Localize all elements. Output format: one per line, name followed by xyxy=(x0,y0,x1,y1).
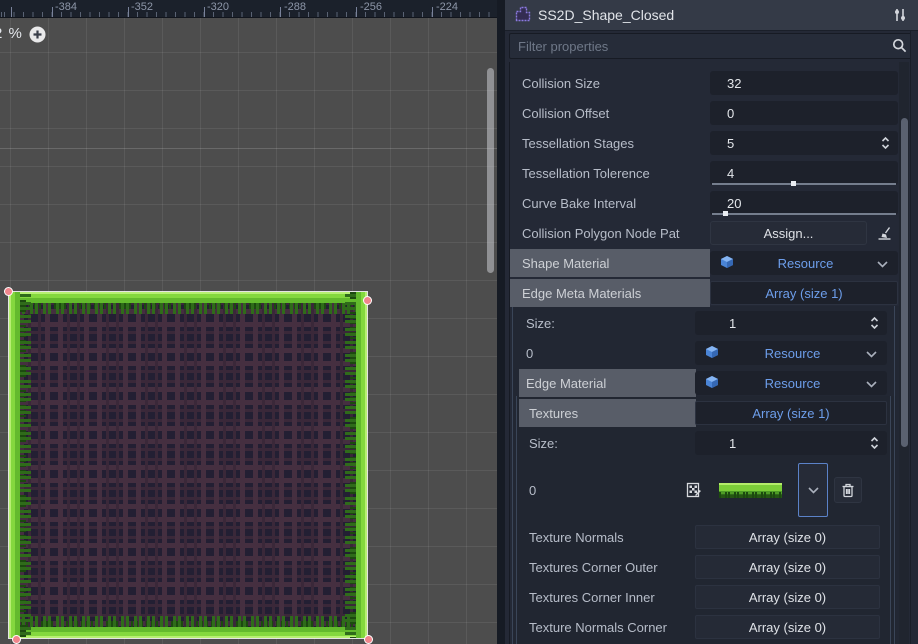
ruler-label: -288 xyxy=(284,1,306,13)
shape-node-icon xyxy=(515,6,531,25)
shape-material-resource-button[interactable]: Resource xyxy=(710,251,898,275)
property-row-shape-material: Shape Material Resource xyxy=(510,248,914,278)
clear-icon[interactable] xyxy=(871,221,897,245)
panel-separator[interactable] xyxy=(497,0,505,644)
property-row-array-size: Size: 1 xyxy=(510,428,914,458)
property-row-tessellation-tolerence: Tessellation Tolerence 4 xyxy=(510,158,914,188)
shape-point-handle[interactable] xyxy=(363,296,372,305)
property-row-array-size: Size: 1 xyxy=(510,308,914,338)
shape-fill-texture xyxy=(15,300,361,630)
property-row-texture-normals: Texture Normals Array (size 0) xyxy=(510,522,914,552)
tessellation-stages-spinbox[interactable]: 5 xyxy=(710,131,898,155)
collision-offset-field[interactable]: 0 xyxy=(710,101,898,125)
godot-editor: -384 -352 -320 -288 -256 -224 2 % xyxy=(0,0,918,644)
texture-normals-array-button[interactable]: Array (size 0) xyxy=(695,525,880,549)
filter-properties-input[interactable] xyxy=(509,33,914,59)
slider-track[interactable] xyxy=(712,183,896,185)
ss2d-shape[interactable] xyxy=(8,291,368,639)
search-icon xyxy=(892,38,907,56)
spinner-updown-icon[interactable] xyxy=(879,136,892,153)
collision-size-field[interactable]: 32 xyxy=(710,71,898,95)
property-row-texture-normals-corner: Texture Normals Corner Array (size 0) xyxy=(510,612,914,642)
filter-bar xyxy=(509,33,914,59)
canvas-viewport[interactable]: -384 -352 -320 -288 -256 -224 2 % xyxy=(0,0,497,644)
ruler-label: -352 xyxy=(131,1,153,13)
shape-point-handle[interactable] xyxy=(364,635,373,644)
tune-icon[interactable] xyxy=(892,7,908,23)
inspector-node-title: SS2D_Shape_Closed xyxy=(538,7,892,23)
texture-normals-corner-array-button[interactable]: Array (size 0) xyxy=(695,615,880,639)
slider-track[interactable] xyxy=(712,213,896,215)
property-list: Collision Size 32 Collision Offset 0 Tes… xyxy=(509,62,914,644)
shape-edge-top xyxy=(9,292,367,314)
property-row-tessellation-stages: Tessellation Stages 5 xyxy=(510,128,914,158)
horizontal-ruler: -384 -352 -320 -288 -256 -224 xyxy=(0,0,497,18)
property-row-textures: Textures Array (size 1) xyxy=(510,398,914,428)
resource-cube-icon xyxy=(720,255,734,272)
curve-bake-interval-slider[interactable]: 20 xyxy=(710,191,898,215)
slider-grabber[interactable] xyxy=(723,211,728,216)
property-row-edge-material: Edge Material Resource xyxy=(510,368,914,398)
resource-cube-icon xyxy=(705,375,719,392)
tessellation-tolerence-slider[interactable]: 4 xyxy=(710,161,898,185)
viewport-scrollbar[interactable] xyxy=(487,68,494,273)
inspector-right-margin xyxy=(910,31,918,644)
shape-edge-bottom xyxy=(9,616,367,638)
canvas-area[interactable]: 2 % xyxy=(0,18,497,644)
property-row-edge-meta-materials: Edge Meta Materials Array (size 1) xyxy=(510,278,914,308)
spinner-updown-icon[interactable] xyxy=(868,436,881,453)
zoom-percentage: 2 % xyxy=(0,25,23,42)
textures-array-button[interactable]: Array (size 1) xyxy=(695,401,887,425)
ruler-label: -320 xyxy=(207,1,229,13)
slider-grabber[interactable] xyxy=(791,181,796,186)
edge-meta-materials-array-button[interactable]: Array (size 1) xyxy=(710,281,898,305)
inspector-header: SS2D_Shape_Closed xyxy=(505,0,918,31)
array-size-spinbox[interactable]: 1 xyxy=(695,311,887,335)
shape-point-handle[interactable] xyxy=(12,635,21,644)
ruler-label: -256 xyxy=(360,1,382,13)
property-row-textures-corner-inner: Textures Corner Inner Array (size 0) xyxy=(510,582,914,612)
ruler-label: -384 xyxy=(55,1,77,13)
chevron-down-icon xyxy=(866,346,877,361)
array-size-spinbox[interactable]: 1 xyxy=(695,431,887,455)
property-row-collision-size: Collision Size 32 xyxy=(510,68,914,98)
property-row-collision-offset: Collision Offset 0 xyxy=(510,98,914,128)
assign-node-path-button[interactable]: Assign... xyxy=(710,221,867,245)
spinner-updown-icon[interactable] xyxy=(868,316,881,333)
ruler-label: -224 xyxy=(436,1,458,13)
resource-cube-icon xyxy=(705,345,719,362)
edge-material-resource-button[interactable]: Resource xyxy=(695,371,887,395)
edge-meta-item0-resource-button[interactable]: Resource xyxy=(695,341,887,365)
textures-corner-inner-array-button[interactable]: Array (size 0) xyxy=(695,585,880,609)
chevron-down-icon xyxy=(877,256,888,271)
textures-corner-outer-array-button[interactable]: Array (size 0) xyxy=(695,555,880,579)
grid-major-line xyxy=(0,148,497,149)
shape-edge-right xyxy=(345,292,367,638)
property-row-collision-polygon-node-path: Collision Polygon Node Pat Assign... xyxy=(510,218,914,248)
zoom-in-icon[interactable] xyxy=(29,26,46,43)
property-row-textures-corner-outer: Textures Corner Outer Array (size 0) xyxy=(510,552,914,582)
shape-point-handle[interactable] xyxy=(4,287,13,296)
chevron-down-icon xyxy=(866,376,877,391)
property-row-array-item-0: 0 Resource xyxy=(510,338,914,368)
inspector-panel: SS2D_Shape_Closed xyxy=(505,0,918,644)
property-row-texture-item-0: 0 xyxy=(510,458,914,522)
property-row-curve-bake-interval: Curve Bake Interval 20 xyxy=(510,188,914,218)
shape-edge-left xyxy=(9,292,31,638)
